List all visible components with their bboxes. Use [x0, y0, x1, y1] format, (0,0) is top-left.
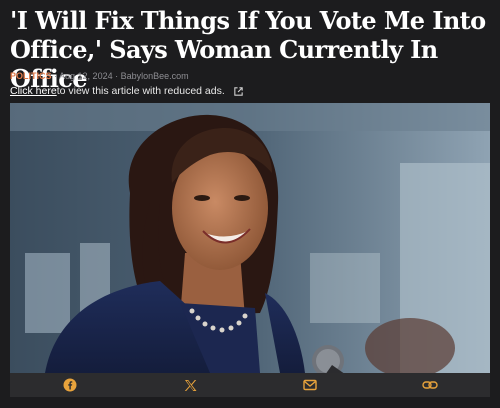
share-x-button[interactable] [170, 373, 210, 397]
article-photo[interactable] [10, 103, 490, 373]
reduced-ads-text: to view this article with reduced ads. [56, 85, 225, 97]
reduced-ads-notice: Click here to view this article with red… [10, 84, 244, 98]
share-link-button[interactable] [410, 373, 450, 397]
x-icon [184, 379, 197, 392]
article-date: Aug 12, 2024 [59, 71, 113, 81]
article-meta: POLITICS · Aug 12, 2024 · BabylonBee.com [10, 70, 189, 82]
meta-separator: · [51, 71, 60, 81]
external-link-icon[interactable] [233, 86, 244, 97]
meta-separator: · [112, 71, 121, 81]
facebook-icon [63, 378, 77, 392]
article-category[interactable]: POLITICS [10, 71, 52, 81]
share-facebook-button[interactable] [50, 373, 90, 397]
email-icon [303, 379, 317, 391]
share-email-button[interactable] [290, 373, 330, 397]
reduced-ads-link[interactable]: Click here [10, 84, 57, 98]
article-source: BabylonBee.com [120, 71, 189, 81]
share-bar [10, 373, 490, 397]
link-icon [422, 379, 438, 391]
